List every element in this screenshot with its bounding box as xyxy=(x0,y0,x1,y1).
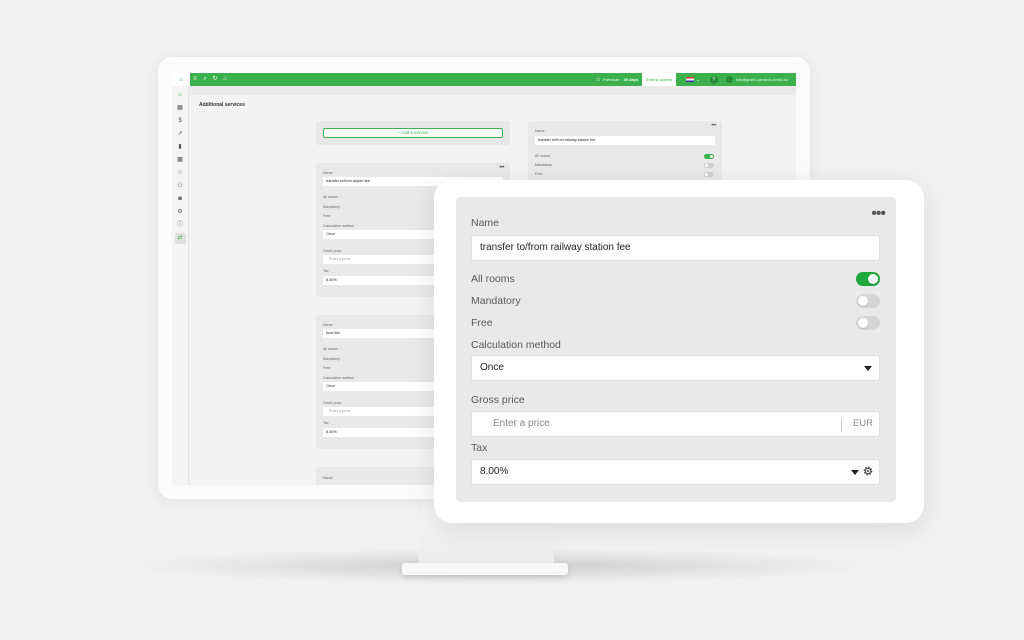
gross-price-label: Gross price xyxy=(323,249,342,253)
free-label: Free xyxy=(535,172,543,176)
caret-down-icon xyxy=(851,470,859,475)
calc-method-value: Once xyxy=(480,362,504,373)
star-icon: ☆ xyxy=(595,77,602,83)
tax-label: Tax xyxy=(323,421,329,425)
name-label: Name xyxy=(471,217,500,229)
home-icon[interactable]: ⌂ xyxy=(220,73,230,86)
more-icon[interactable]: ••• xyxy=(871,206,886,222)
name-label: Name xyxy=(323,476,333,480)
field-divider xyxy=(841,418,842,431)
all-rooms-label: All rooms xyxy=(323,195,338,199)
sidebar-users-icon[interactable]: ⚇ xyxy=(175,181,186,192)
caret-down-icon xyxy=(864,366,872,371)
sidebar-settings-icon[interactable]: ⚙ xyxy=(175,207,186,218)
gross-price-field[interactable]: Enter a price EUR xyxy=(471,411,880,437)
name-label: Name xyxy=(323,171,333,175)
plan-info: Premium · 30 days xyxy=(603,77,639,82)
sidebar-home-icon[interactable]: ⌂ xyxy=(175,90,186,101)
gross-price-label: Gross price xyxy=(323,401,342,405)
name-input[interactable]: transfer to/from railway station fee xyxy=(535,136,715,145)
tax-label: Tax xyxy=(323,269,329,273)
logo-icon[interactable]: ⌂ xyxy=(172,73,190,86)
mandatory-label: Mandatory xyxy=(323,205,340,209)
search-icon[interactable]: ⌕ xyxy=(200,73,210,86)
all-rooms-label: All rooms xyxy=(323,347,338,351)
all-rooms-label: All rooms xyxy=(471,273,515,285)
sidebar-grid-icon[interactable]: ▩ xyxy=(175,155,186,166)
flag-icon[interactable] xyxy=(686,77,695,82)
user-email[interactable]: info@grand-pension-trebic.cz xyxy=(736,77,788,82)
calc-method-label: Calculation method xyxy=(471,339,561,351)
free-label: Free xyxy=(471,317,493,329)
page-title: Additional services xyxy=(199,102,245,108)
free-label: Free xyxy=(323,366,331,370)
monitor-base xyxy=(402,563,568,575)
mandatory-label: Mandatory xyxy=(323,357,340,361)
calc-method-select[interactable]: Once xyxy=(471,355,880,381)
top-bar: ⌂ ≡ ⌕ ↻ ⌂ ☆ Premium · 30 days Extend acc… xyxy=(172,73,796,86)
sidebar: ⌂ ▦ $ ↗ ▮ ▩ ☆ ⚇ ◙ ⚙ ⓘ ⇄ xyxy=(172,86,189,485)
mandatory-label: Mandatory xyxy=(535,163,552,167)
calc-method-label: Calculation method xyxy=(323,376,354,380)
sidebar-document-icon[interactable]: ▮ xyxy=(175,142,186,153)
sub-bar xyxy=(189,86,796,95)
name-label: Name xyxy=(535,129,545,133)
sidebar-info-icon[interactable]: ⓘ xyxy=(175,220,186,231)
name-label: Name xyxy=(323,323,333,327)
sidebar-calendar-icon[interactable]: ▦ xyxy=(175,103,186,114)
mandatory-toggle[interactable] xyxy=(856,294,880,308)
add-service-button[interactable]: + Add a service xyxy=(323,128,503,138)
price-placeholder: Enter a price xyxy=(493,418,550,429)
all-rooms-label: All rooms xyxy=(535,154,550,158)
sidebar-star-icon[interactable]: ☆ xyxy=(175,168,186,179)
refresh-icon[interactable]: ↻ xyxy=(210,73,220,86)
help-icon[interactable]: ? xyxy=(709,75,718,84)
avatar-icon[interactable] xyxy=(725,76,733,83)
currency-label: EUR xyxy=(852,418,873,429)
service-detail-card: ••• Name transfer to/from railway statio… xyxy=(456,197,896,502)
mandatory-toggle[interactable] xyxy=(704,163,714,168)
all-rooms-toggle[interactable] xyxy=(856,272,880,286)
service-card: ••• Name transfer to/from railway statio… xyxy=(528,121,722,181)
tax-value: 8.00% xyxy=(480,466,509,477)
free-toggle[interactable] xyxy=(704,172,714,177)
tax-label: Tax xyxy=(471,442,488,454)
sidebar-stats-icon[interactable]: ↗ xyxy=(175,129,186,140)
all-rooms-toggle[interactable] xyxy=(704,154,714,159)
name-input[interactable]: transfer to/from railway station fee xyxy=(471,235,880,261)
gross-price-label: Gross price xyxy=(471,394,525,406)
tax-select[interactable]: 8.00% xyxy=(471,459,880,485)
more-icon[interactable]: ••• xyxy=(499,165,504,171)
calc-method-label: Calculation method xyxy=(323,224,354,228)
plan-label: Premium xyxy=(603,77,620,82)
sidebar-camera-icon[interactable]: ◙ xyxy=(175,194,186,205)
menu-icon[interactable]: ≡ xyxy=(190,73,200,86)
gear-icon[interactable] xyxy=(862,465,874,477)
language-caret[interactable]: ⌄ xyxy=(696,77,699,82)
mandatory-label: Mandatory xyxy=(471,295,521,307)
add-service-card: + Add a service xyxy=(316,121,510,145)
extend-access-button[interactable]: Extend access xyxy=(642,73,677,86)
free-toggle[interactable] xyxy=(856,316,880,330)
sidebar-services-icon[interactable]: ⇄ xyxy=(174,233,186,244)
more-icon[interactable]: ••• xyxy=(711,123,716,129)
plan-days: 30 days xyxy=(623,77,639,82)
free-label: Free xyxy=(323,214,331,218)
sidebar-pricing-icon[interactable]: $ xyxy=(175,116,186,127)
